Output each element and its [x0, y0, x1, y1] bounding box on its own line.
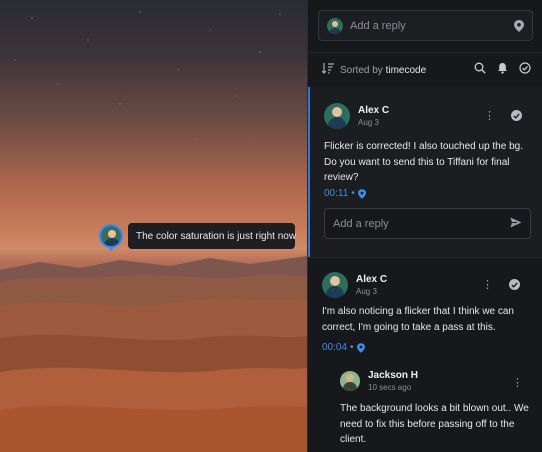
- timecode-value: 00:11: [324, 188, 349, 199]
- more-options-icon[interactable]: ⋮: [512, 376, 523, 389]
- comment-author: Alex C: [356, 274, 388, 285]
- comment-author: Alex C: [358, 105, 390, 116]
- more-options-icon[interactable]: ⋮: [484, 109, 495, 122]
- comment-thread[interactable]: Alex C Aug 3 ⋮ I'm also noticing a flick…: [308, 257, 542, 452]
- resolve-check-icon[interactable]: [511, 110, 522, 121]
- desert-dunes: [0, 256, 307, 452]
- comment-marker-avatar[interactable]: [99, 224, 123, 248]
- sort-icon[interactable]: [321, 61, 334, 79]
- add-reply-input[interactable]: Add a reply: [318, 10, 533, 41]
- search-icon[interactable]: [474, 61, 486, 79]
- timecode-separator: •: [351, 188, 355, 199]
- location-pin-icon: [357, 188, 366, 199]
- timecode-value: 00:04: [322, 342, 348, 353]
- reply-author: Jackson H: [368, 370, 419, 381]
- avatar: [324, 103, 350, 129]
- location-pin-icon[interactable]: [514, 19, 524, 32]
- avatar: [340, 371, 360, 391]
- reply-placeholder: Add a reply: [350, 19, 406, 32]
- reply-text: The background looks a bit blown out.. W…: [340, 403, 529, 445]
- comment-tooltip: The color saturation is just right now: [128, 223, 296, 249]
- more-options-icon[interactable]: ⋮: [482, 278, 493, 291]
- location-pin-icon: [356, 342, 365, 353]
- reply-date: 10 secs ago: [368, 383, 412, 392]
- comment-text: Flicker is corrected! I also touched up …: [324, 141, 523, 183]
- timecode-separator: •: [350, 342, 354, 353]
- comment-timecode[interactable]: 00:11 •: [324, 188, 366, 199]
- avatar: [322, 272, 348, 298]
- comment-header: Alex C Aug 3: [324, 103, 389, 129]
- comment-thread-active[interactable]: Alex C Aug 3 ⋮ Flicker is corrected! I a…: [308, 87, 542, 257]
- resolve-check-icon[interactable]: [509, 279, 520, 290]
- bell-icon[interactable]: [497, 61, 508, 79]
- comments-panel: Add a reply Sorted by timecode Alex C Au…: [307, 0, 542, 452]
- comment-timecode[interactable]: 00:04 •: [322, 342, 365, 353]
- send-icon[interactable]: [510, 215, 522, 233]
- marker-pin: [107, 246, 115, 251]
- comment-date: Aug 3: [356, 287, 377, 296]
- current-user-avatar: [327, 17, 343, 34]
- sort-bar: Sorted by timecode: [308, 52, 542, 87]
- comment-text: I'm also noticing a flicker that I think…: [322, 306, 514, 333]
- sort-value: timecode: [385, 64, 427, 76]
- thread-reply-input[interactable]: Add a reply: [324, 208, 531, 239]
- comment-header: Alex C Aug 3: [322, 272, 387, 298]
- image-viewer[interactable]: The color saturation is just right now: [0, 0, 307, 452]
- reply-header: Jackson H 10 secs ago: [340, 370, 418, 392]
- reply-placeholder: Add a reply: [333, 217, 389, 230]
- sort-prefix: Sorted by: [340, 64, 383, 76]
- sort-label[interactable]: Sorted by timecode: [340, 65, 463, 76]
- check-circle-icon[interactable]: [519, 61, 531, 79]
- comment-date: Aug 3: [358, 118, 379, 127]
